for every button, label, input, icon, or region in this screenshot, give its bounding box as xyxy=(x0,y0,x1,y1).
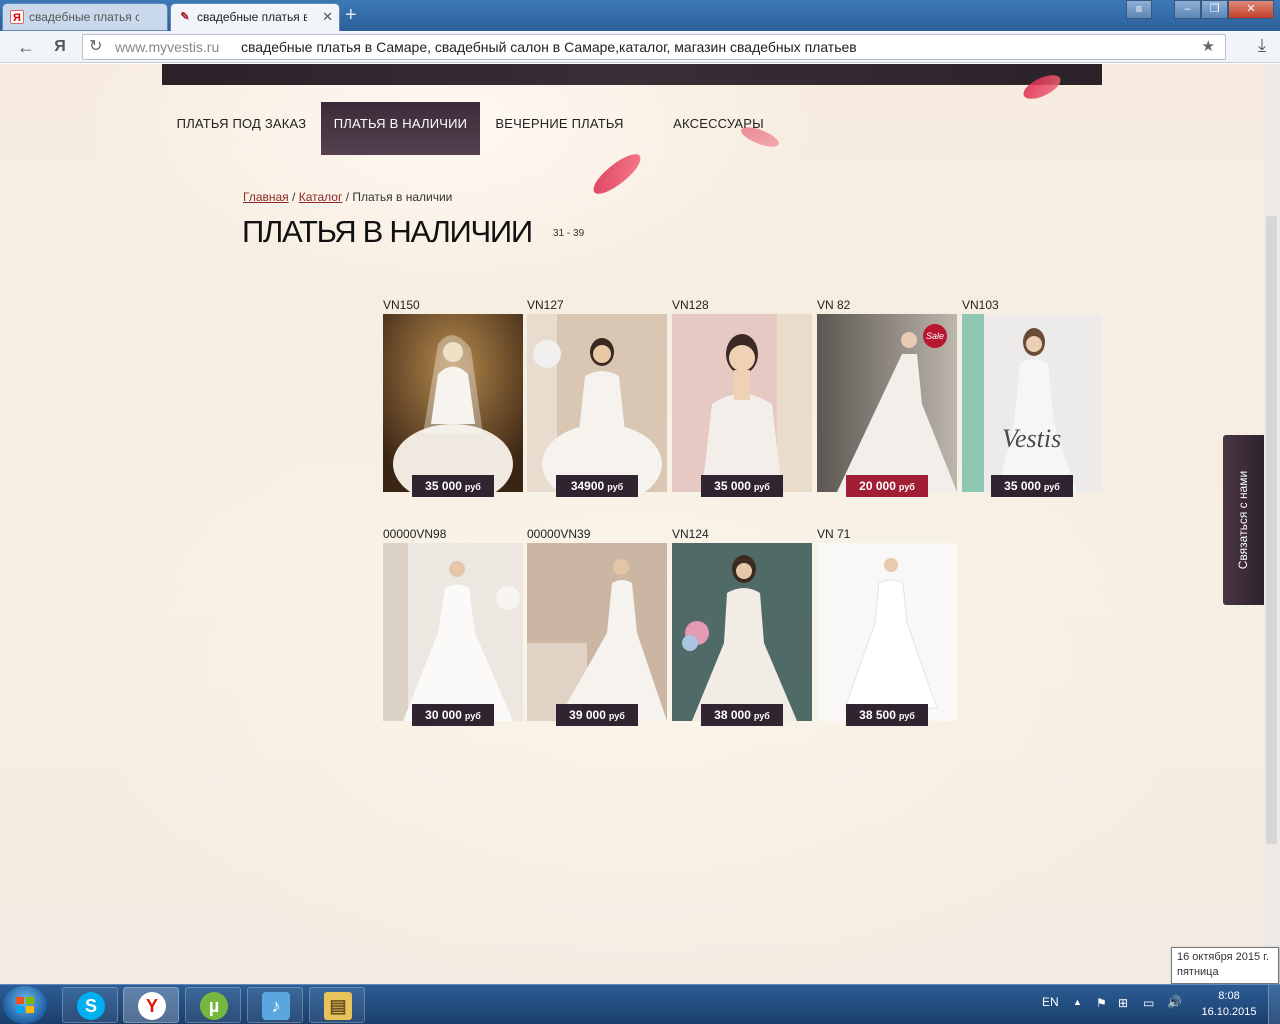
taskbar-yandex-browser[interactable]: Y xyxy=(123,987,179,1023)
product-code[interactable]: VN103 xyxy=(962,298,999,312)
url-domain: www.myvestis.ru xyxy=(115,39,220,55)
reload-icon[interactable]: ↻ xyxy=(89,35,102,59)
taskbar-explorer[interactable]: ▤ xyxy=(309,987,365,1023)
breadcrumb-current: Платья в наличии xyxy=(352,190,453,204)
windows-flag-tray-icon[interactable]: ⊞ xyxy=(1118,996,1128,1024)
product-image[interactable] xyxy=(383,543,523,721)
product-image[interactable] xyxy=(672,314,812,492)
product-price: 30 000 руб xyxy=(412,704,494,726)
skype-icon: S xyxy=(77,992,105,1020)
tab-label: свадебные платья в С xyxy=(197,10,307,24)
breadcrumb-separator: / xyxy=(345,190,350,204)
product-code[interactable]: VN127 xyxy=(527,298,564,312)
browser-menu-icon[interactable]: ≡ xyxy=(1126,0,1152,19)
page-count[interactable]: 31 - 39 xyxy=(553,228,584,239)
start-button[interactable] xyxy=(3,986,47,1024)
breadcrumb-catalog-link[interactable]: Каталог xyxy=(299,190,343,204)
contact-us-label: Связаться с нами xyxy=(1236,470,1250,570)
product-price: 38 500 руб xyxy=(846,704,928,726)
product-image[interactable]: Vestis xyxy=(962,314,1102,492)
volume-icon[interactable]: 🔊 xyxy=(1167,995,1182,1024)
date-tooltip: 16 октября 2015 г. пятница xyxy=(1171,947,1279,984)
tooltip-date: 16 октября 2015 г. xyxy=(1177,951,1269,963)
product-code[interactable]: VN 82 xyxy=(817,298,850,312)
bookmark-star-icon[interactable]: ★ xyxy=(1202,35,1215,59)
tray-expand-icon[interactable]: ▲ xyxy=(1073,997,1082,1024)
url-input[interactable]: ↻ www.myvestis.ru свадебные платья в Сам… xyxy=(82,34,1226,60)
product-image[interactable] xyxy=(672,543,812,721)
product-price: 35 000 руб xyxy=(412,475,494,497)
page-viewport: ПЛАТЬЯ ПОД ЗАКАЗ ПЛАТЬЯ В НАЛИЧИИ ВЕЧЕРН… xyxy=(0,64,1264,984)
new-tab-icon[interactable]: + xyxy=(345,4,357,26)
show-desktop-button[interactable] xyxy=(1268,985,1280,1024)
product-code[interactable]: VN 71 xyxy=(817,527,850,541)
minimize-icon[interactable]: – xyxy=(1174,0,1201,19)
back-arrow-icon[interactable]: ← xyxy=(14,35,38,59)
product-image[interactable] xyxy=(817,543,957,721)
product-price: 39 000 руб xyxy=(556,704,638,726)
tab-close-icon[interactable]: ✕ xyxy=(322,4,333,30)
product-image[interactable] xyxy=(527,314,667,492)
product-code[interactable]: VN150 xyxy=(383,298,420,312)
nav-item-in-stock[interactable]: ПЛАТЬЯ В НАЛИЧИИ xyxy=(321,102,480,155)
nav-item-custom[interactable]: ПЛАТЬЯ ПОД ЗАКАЗ xyxy=(162,102,321,155)
taskbar-utorrent[interactable]: µ xyxy=(185,987,241,1023)
product-price: 20 000 руб xyxy=(846,475,928,497)
product-price: 34900 руб xyxy=(556,475,638,497)
product-price: 38 000 руб xyxy=(701,704,783,726)
utorrent-icon: µ xyxy=(200,992,228,1020)
tooltip-weekday: пятница xyxy=(1177,966,1219,978)
download-icon[interactable]: ⤓ xyxy=(1258,35,1266,56)
windows-logo-icon xyxy=(16,997,34,1013)
sale-badge: Sale xyxy=(923,324,947,348)
product-price: 35 000 руб xyxy=(701,475,783,497)
product-code[interactable]: VN124 xyxy=(672,527,709,541)
music-icon: ♪ xyxy=(262,992,290,1020)
product-code[interactable]: VN128 xyxy=(672,298,709,312)
nav-item-accessories[interactable]: АКСЕССУАРЫ xyxy=(639,102,798,155)
petal-decoration xyxy=(587,149,647,199)
clock-time: 8:08 xyxy=(1218,990,1240,1002)
breadcrumb-home-link[interactable]: Главная xyxy=(243,190,289,204)
breadcrumb: Главная / Каталог / Платья в наличии xyxy=(243,190,452,204)
vertical-scrollbar[interactable] xyxy=(1264,64,1280,984)
url-page-title: свадебные платья в Самаре, свадебный сал… xyxy=(241,39,857,55)
yandex-browser-icon: Y xyxy=(138,992,166,1020)
site-favicon-icon: ✎ xyxy=(180,11,190,23)
nav-item-evening[interactable]: ВЕЧЕРНИЕ ПЛАТЬЯ xyxy=(480,102,639,155)
product-code[interactable]: 00000VN39 xyxy=(527,527,590,541)
language-indicator[interactable]: EN xyxy=(1042,995,1059,1024)
scrollbar-thumb[interactable] xyxy=(1266,216,1277,844)
restore-icon[interactable]: ❐ xyxy=(1201,0,1228,19)
header-strip xyxy=(162,64,1102,85)
product-image[interactable] xyxy=(383,314,523,492)
clock-date: 16.10.2015 xyxy=(1201,1006,1257,1018)
address-bar: ← Я ↻ www.myvestis.ru свадебные платья в… xyxy=(0,31,1280,63)
taskbar-music[interactable]: ♪ xyxy=(247,987,303,1023)
action-center-icon[interactable]: ⚑ xyxy=(1096,996,1107,1024)
browser-tab-strip: Я свадебные платья сам ✎ свадебные плать… xyxy=(0,0,1280,31)
yandex-logo-icon[interactable]: Я xyxy=(48,35,72,59)
file-explorer-icon: ▤ xyxy=(324,992,352,1020)
tab-active[interactable]: ✎ свадебные платья в С ✕ xyxy=(170,3,340,31)
close-window-icon[interactable]: ✕ xyxy=(1228,0,1274,19)
product-image[interactable] xyxy=(527,543,667,721)
product-price: 35 000 руб xyxy=(991,475,1073,497)
yandex-favicon-icon: Я xyxy=(10,10,24,24)
contact-us-tab[interactable]: Связаться с нами xyxy=(1223,435,1264,605)
network-icon[interactable]: ▭ xyxy=(1143,996,1154,1024)
page-title: ПЛАТЬЯ В НАЛИЧИИ xyxy=(242,214,533,249)
product-image[interactable]: Sale xyxy=(817,314,957,492)
tab-label: свадебные платья сам xyxy=(29,10,139,24)
tab-inactive[interactable]: Я свадебные платья сам xyxy=(2,3,168,31)
breadcrumb-separator: / xyxy=(292,190,296,204)
vestis-watermark: Vestis xyxy=(1002,424,1062,453)
product-code[interactable]: 00000VN98 xyxy=(383,527,446,541)
taskbar-skype[interactable]: S xyxy=(62,987,118,1023)
window-controls: – ❐ ✕ xyxy=(1174,0,1274,20)
taskbar-clock[interactable]: 8:08 16.10.2015 xyxy=(1194,988,1264,1020)
windows-taskbar: S Y µ ♪ ▤ EN ▲ ⚑ ⊞ ▭ 🔊 8:08 16.10.2015 xyxy=(0,984,1280,1024)
